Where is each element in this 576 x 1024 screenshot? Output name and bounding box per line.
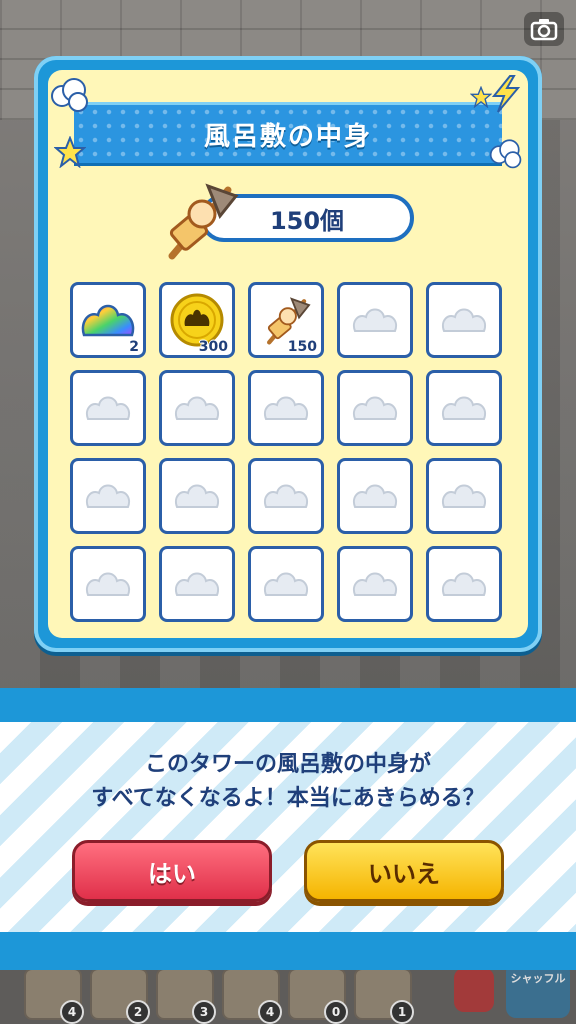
cloud-puff-icon — [51, 78, 88, 112]
character-chip: 2 — [90, 968, 150, 1024]
shuffle-button[interactable]: シャッフル — [506, 962, 570, 1018]
confirm-message-line: このタワーの風呂敷の中身が — [144, 752, 431, 777]
empty-item-slot — [70, 458, 146, 534]
no-button[interactable]: いいえ — [304, 840, 504, 902]
empty-item-slot — [159, 458, 235, 534]
empty-cloud-icon — [353, 484, 397, 508]
empty-item-slot — [70, 370, 146, 446]
chip-count: 4 — [258, 1000, 282, 1024]
item-grid: 2 300 150 — [70, 282, 502, 622]
item-slot[interactable]: 2 — [70, 282, 146, 358]
item-count: 300 — [198, 339, 228, 355]
camera-button[interactable] — [524, 12, 564, 46]
empty-item-slot — [337, 370, 413, 446]
empty-cloud-icon — [442, 308, 486, 332]
empty-cloud-icon — [442, 572, 486, 596]
character-chip: 3 — [156, 968, 216, 1024]
camera-icon — [530, 19, 558, 41]
empty-cloud-icon — [353, 308, 397, 332]
empty-item-slot — [426, 282, 502, 358]
empty-cloud-icon — [264, 572, 308, 596]
empty-cloud-icon — [175, 484, 219, 508]
rainbow-matsu-icon — [81, 304, 135, 337]
character-chip: 4 — [222, 968, 282, 1024]
confirm-message-line: すべてなくなるよ！本当にあきらめる？ — [91, 786, 485, 811]
shuffle-label: シャッフル — [510, 972, 566, 985]
empty-cloud-icon — [442, 396, 486, 420]
confirm-message: このタワーの風呂敷の中身が すべてなくなるよ！本当にあきらめる？ — [0, 748, 576, 816]
panel-title: 風呂敷の中身 — [203, 121, 372, 152]
chip-count: 3 — [192, 1000, 216, 1024]
empty-cloud-icon — [353, 572, 397, 596]
empty-item-slot — [337, 458, 413, 534]
lightning-icon — [491, 75, 521, 113]
empty-item-slot — [426, 370, 502, 446]
empty-item-slot — [159, 370, 235, 446]
empty-cloud-icon — [175, 572, 219, 596]
yes-button[interactable]: はい — [72, 840, 272, 902]
character-chip: 0 — [288, 968, 348, 1024]
empty-cloud-icon — [442, 484, 486, 508]
empty-item-slot — [159, 546, 235, 622]
item-slot[interactable]: 300 — [159, 282, 235, 358]
furoshiki-panel: 風呂敷の中身 150個 2 300 150 — [34, 56, 542, 652]
empty-cloud-icon — [264, 396, 308, 420]
character-chip: 4 — [24, 968, 84, 1024]
confirm-dialog: このタワーの風呂敷の中身が すべてなくなるよ！本当にあきらめる？ はい いいえ — [0, 688, 576, 970]
empty-item-slot — [248, 458, 324, 534]
empty-cloud-icon — [86, 572, 130, 596]
item-count: 2 — [129, 339, 139, 355]
cloud-puff-icon — [489, 139, 522, 169]
empty-item-slot — [337, 546, 413, 622]
yes-button-label: はい — [148, 859, 196, 888]
chip-count: 0 — [324, 1000, 348, 1024]
oden-skewer-icon — [168, 183, 239, 260]
empty-cloud-icon — [175, 396, 219, 420]
character-chip: 1 — [354, 968, 414, 1024]
empty-item-slot — [248, 370, 324, 446]
title-ribbon: 風呂敷の中身 — [74, 102, 502, 166]
pause-button[interactable] — [454, 968, 494, 1012]
item-slot[interactable]: 150 — [248, 282, 324, 358]
no-button-label: いいえ — [368, 859, 440, 888]
empty-item-slot — [70, 546, 146, 622]
item-count: 150 — [287, 339, 317, 355]
empty-cloud-icon — [353, 396, 397, 420]
chip-count: 1 — [390, 1000, 414, 1024]
star-icon — [54, 136, 86, 168]
chip-count: 2 — [126, 1000, 150, 1024]
empty-cloud-icon — [264, 484, 308, 508]
empty-item-slot — [426, 458, 502, 534]
item-count-label: 150個 — [269, 206, 345, 235]
chip-count: 4 — [60, 1000, 84, 1024]
empty-cloud-icon — [86, 484, 130, 508]
empty-item-slot — [426, 546, 502, 622]
empty-item-slot — [248, 546, 324, 622]
empty-cloud-icon — [86, 396, 130, 420]
empty-item-slot — [337, 282, 413, 358]
